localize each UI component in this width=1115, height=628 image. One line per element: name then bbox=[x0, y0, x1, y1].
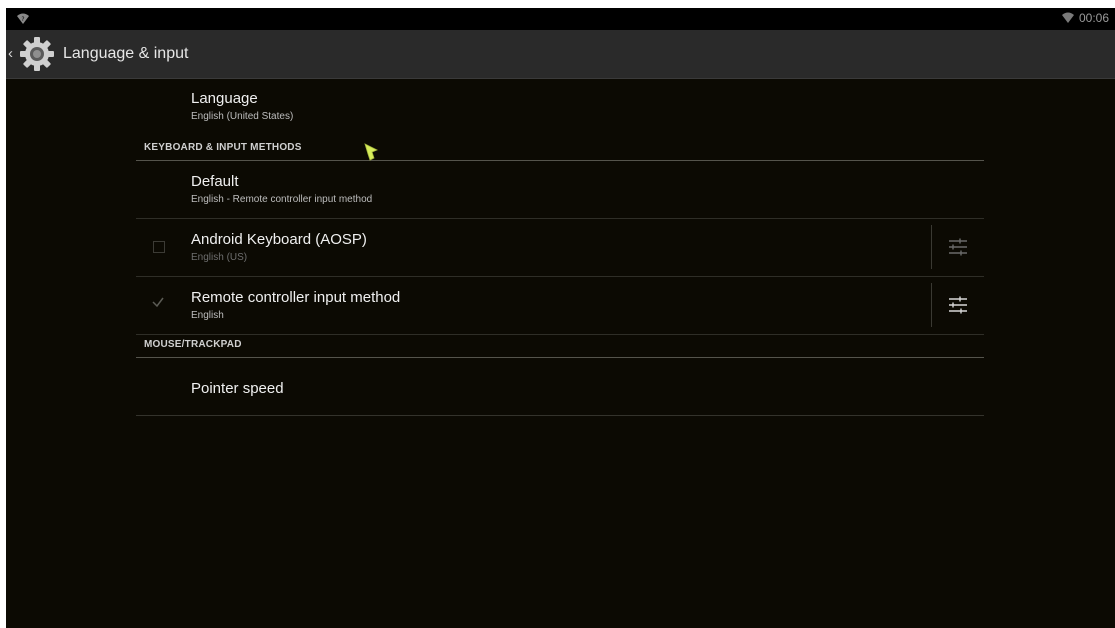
android-keyboard-summary: English (US) bbox=[191, 252, 248, 263]
action-bar: ‹ Language & input bbox=[6, 30, 1115, 79]
remote-controller-checkbox[interactable] bbox=[151, 295, 165, 309]
divider bbox=[931, 225, 932, 269]
divider bbox=[931, 283, 932, 327]
default-summary: English - Remote controller input method bbox=[191, 194, 373, 205]
remote-controller-title: Remote controller input method bbox=[191, 289, 401, 306]
android-keyboard-preference[interactable]: Android Keyboard (AOSP) English (US) bbox=[136, 219, 984, 277]
remote-controller-settings-button[interactable] bbox=[940, 289, 976, 321]
status-bar: ? 00:06 bbox=[6, 8, 1115, 30]
language-title: Language bbox=[191, 90, 258, 107]
android-keyboard-settings-button[interactable] bbox=[940, 231, 976, 263]
status-time: 00:06 bbox=[1078, 11, 1109, 25]
screen: ? 00:06 ‹ Language & input Language Engl… bbox=[6, 8, 1115, 628]
sliders-icon bbox=[949, 296, 967, 314]
language-preference[interactable]: Language English (United States) bbox=[136, 78, 984, 138]
sliders-icon bbox=[949, 238, 967, 256]
mouse-cursor-icon bbox=[363, 142, 379, 162]
language-summary: English (United States) bbox=[191, 111, 294, 122]
remote-controller-preference[interactable]: Remote controller input method English bbox=[136, 277, 984, 335]
mouse-category-label: MOUSE/TRACKPAD bbox=[144, 339, 242, 350]
keyboard-category-header: KEYBOARD & INPUT METHODS bbox=[136, 138, 984, 161]
pointer-speed-title: Pointer speed bbox=[191, 380, 284, 397]
wifi-question-icon: ? bbox=[16, 12, 30, 24]
default-input-preference[interactable]: Default English - Remote controller inpu… bbox=[136, 161, 984, 219]
wifi-icon bbox=[1061, 12, 1075, 24]
preference-list: Language English (United States) KEYBOAR… bbox=[136, 78, 984, 416]
svg-text:?: ? bbox=[21, 16, 24, 23]
settings-gear-icon[interactable] bbox=[18, 35, 56, 73]
chevron-left-icon[interactable]: ‹ bbox=[8, 46, 13, 61]
status-right: 00:06 bbox=[1061, 11, 1109, 25]
android-keyboard-title: Android Keyboard (AOSP) bbox=[191, 231, 367, 248]
pointer-speed-preference[interactable]: Pointer speed bbox=[136, 358, 984, 416]
remote-controller-summary: English bbox=[191, 310, 224, 321]
checkmark-icon bbox=[152, 297, 164, 308]
default-title: Default bbox=[191, 173, 239, 190]
android-keyboard-checkbox[interactable] bbox=[153, 241, 165, 253]
page-title: Language & input bbox=[63, 45, 189, 62]
mouse-category-header: MOUSE/TRACKPAD bbox=[136, 335, 984, 358]
keyboard-category-label: KEYBOARD & INPUT METHODS bbox=[144, 142, 302, 153]
